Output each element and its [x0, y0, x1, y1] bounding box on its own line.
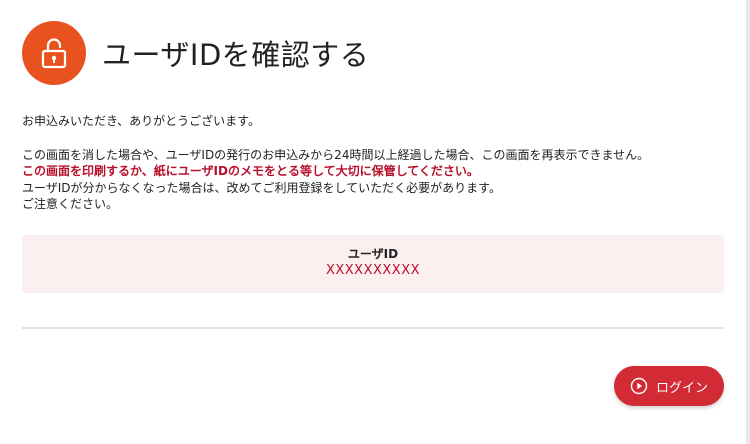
user-id-box: ユーザID XXXXXXXXXX	[22, 235, 724, 293]
notice-text: この画面を消した場合や、ユーザIDの発行のお申込みから24時間以上経過した場合、…	[22, 147, 649, 212]
page-title: ユーザIDを確認する	[102, 38, 370, 72]
page-header: ユーザIDを確認する	[22, 21, 369, 85]
play-circle-icon	[630, 377, 648, 395]
unlock-icon-glyph	[41, 38, 67, 69]
login-button-label: ログイン	[655, 380, 708, 396]
unlock-icon	[22, 21, 86, 85]
notice-line-3: ユーザIDが分からなくなった場合は、改めてご利用登録をしていただく必要があります…	[22, 180, 501, 195]
login-button[interactable]: ログイン	[614, 366, 724, 406]
divider	[22, 327, 724, 329]
intro-text: お申込みいただき、ありがとうございます。	[22, 114, 260, 128]
notice-line-1: この画面を消した場合や、ユーザIDの発行のお申込みから24時間以上経過した場合、…	[22, 148, 650, 162]
user-id-label: ユーザID	[347, 247, 399, 261]
user-id-value: XXXXXXXXXX	[325, 263, 421, 278]
notice-warning: この画面を印刷するか、紙にユーザIDのメモをとる等して大切に保管してください。	[22, 164, 479, 179]
notice-line-4: ご注意ください。	[22, 196, 119, 211]
page: ユーザIDを確認する お申込みいただき、ありがとうございます。 この画面を消した…	[0, 0, 750, 444]
scrollbar-track	[746, 0, 750, 444]
